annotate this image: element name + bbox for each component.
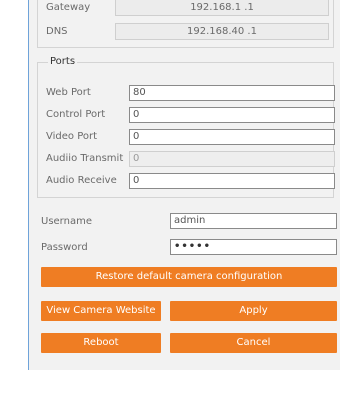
dns-label: DNS xyxy=(46,26,68,37)
gateway-field: 192.168.1 .1 xyxy=(115,0,329,16)
ports-group: Ports Web Port 80 Control Port 0 Video P… xyxy=(37,56,335,198)
control-port-input[interactable]: 0 xyxy=(129,107,335,123)
control-port-label: Control Port xyxy=(46,109,106,120)
audio-transmit-input: 0 xyxy=(129,151,335,167)
ports-title: Ports xyxy=(48,56,78,67)
web-port-input[interactable]: 80 xyxy=(129,85,335,101)
restore-defaults-button[interactable]: Restore default camera configuration xyxy=(41,267,337,287)
password-label: Password xyxy=(41,242,88,253)
audio-transmit-label: Audiio Transmit xyxy=(46,153,124,164)
camera-settings-panel: Gateway 192.168.1 .1 DNS 192.168.40 .1 P… xyxy=(28,0,340,370)
network-group: Gateway 192.168.1 .1 DNS 192.168.40 .1 xyxy=(37,0,334,48)
apply-button[interactable]: Apply xyxy=(170,301,337,321)
dns-field: 192.168.40 .1 xyxy=(115,23,329,40)
gateway-label: Gateway xyxy=(46,2,91,13)
password-input[interactable]: ••••• xyxy=(170,239,337,255)
video-port-input[interactable]: 0 xyxy=(129,129,335,145)
username-label: Username xyxy=(41,216,92,227)
audio-receive-input[interactable]: 0 xyxy=(129,173,335,189)
username-input[interactable]: admin xyxy=(170,213,337,229)
cancel-button[interactable]: Cancel xyxy=(170,333,337,353)
view-camera-website-button[interactable]: View Camera Website xyxy=(41,301,161,321)
reboot-button[interactable]: Reboot xyxy=(41,333,161,353)
audio-receive-label: Audio Receive xyxy=(46,175,117,186)
video-port-label: Video Port xyxy=(46,131,98,142)
web-port-label: Web Port xyxy=(46,87,91,98)
